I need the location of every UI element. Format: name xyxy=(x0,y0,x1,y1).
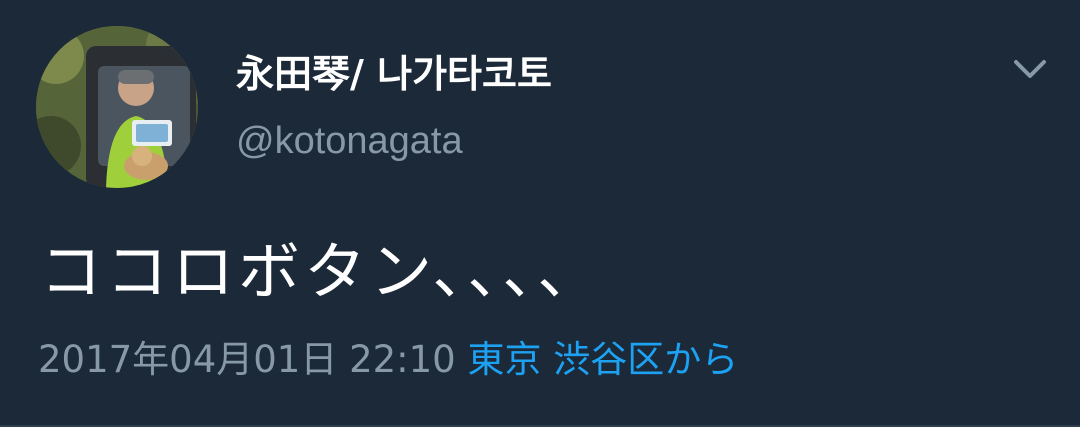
tweet-menu-button[interactable] xyxy=(1008,52,1052,88)
avatar[interactable] xyxy=(36,26,198,188)
tweet-text: ココロボタン、、、、 xyxy=(40,235,604,308)
chevron-down-icon xyxy=(1014,60,1046,78)
tweet-meta: 2017年04月01日 22:10 東京 渋谷区から xyxy=(38,334,738,386)
tweet-timestamp[interactable]: 2017年04月01日 22:10 xyxy=(38,338,456,381)
tweet-detail: 永田琴/ 나가타코토 @kotonagata ココロボタン、、、、 2017年0… xyxy=(0,0,1080,427)
tweet-location-link[interactable]: 東京 渋谷区 xyxy=(467,338,664,381)
user-handle[interactable]: @kotonagata xyxy=(236,116,463,166)
profile-photo-icon xyxy=(36,26,198,188)
display-name[interactable]: 永田琴/ 나가타코토 xyxy=(236,48,552,100)
location-suffix: から xyxy=(664,338,739,381)
